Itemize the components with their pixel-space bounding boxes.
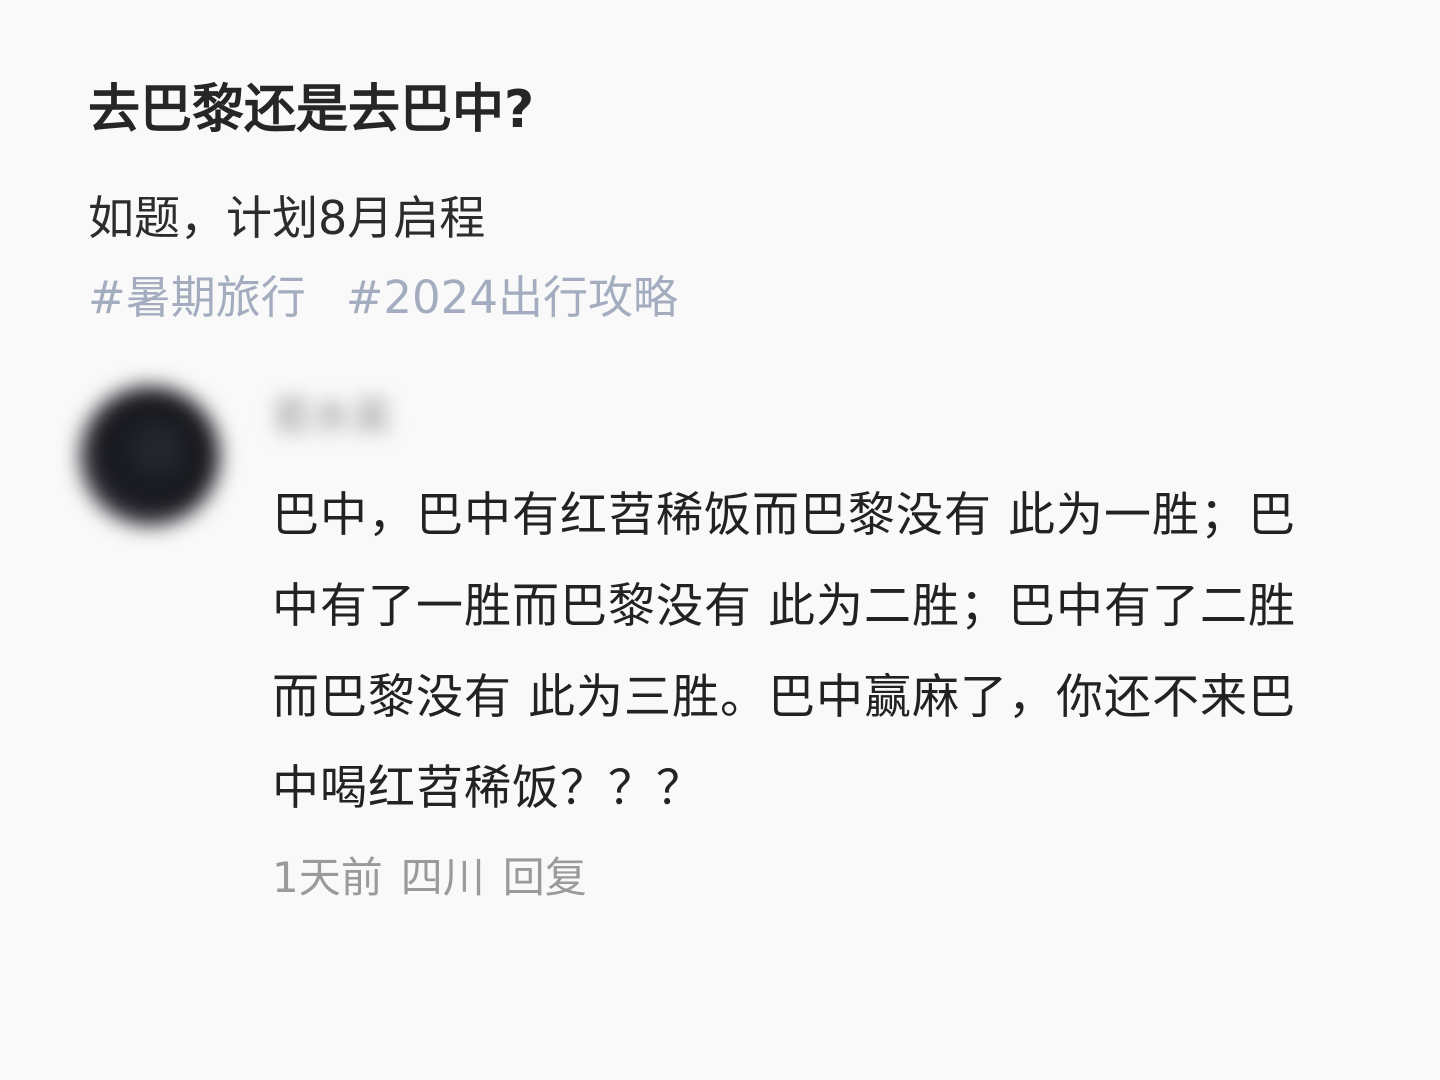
post: 去巴黎还是去巴中? 如题，计划8月启程 #暑期旅行 #2024出行攻略	[88, 78, 1368, 328]
tag-travel-guide-2024[interactable]: #2024出行攻略	[346, 268, 678, 328]
comment-location: 四川	[400, 853, 485, 902]
comment-content: 若水吴 巴中，巴中有红苕稀饭而巴黎没有 此为一胜；巴中有了一胜而巴黎没有 此为二…	[272, 378, 1332, 906]
comment-time: 1天前	[272, 853, 383, 902]
post-body: 如题，计划8月启程	[88, 191, 486, 245]
tag-list: #暑期旅行 #2024出行攻略	[88, 268, 1368, 328]
reply-button[interactable]: 回复	[503, 850, 587, 906]
comment-meta: 1天前 四川 回复	[272, 850, 1332, 906]
post-title: 去巴黎还是去巴中?	[88, 80, 535, 140]
avatar[interactable]	[80, 386, 220, 526]
comment-text: 巴中，巴中有红苕稀饭而巴黎没有 此为一胜；巴中有了一胜而巴黎没有 此为二胜；巴中…	[272, 488, 1296, 816]
tag-summer-travel[interactable]: #暑期旅行	[88, 268, 306, 328]
comment-username[interactable]: 若水吴	[272, 392, 1332, 448]
